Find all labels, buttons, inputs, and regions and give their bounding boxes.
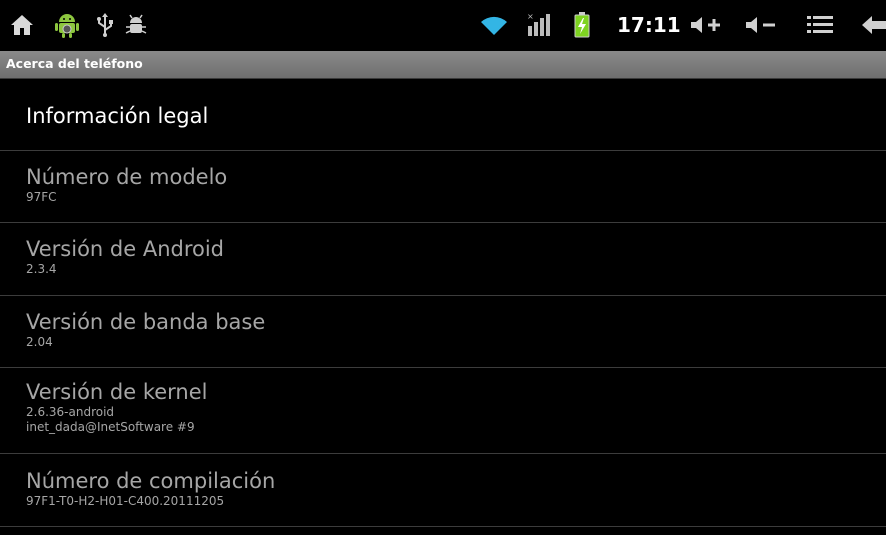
list-item-title: Versión de kernel	[26, 380, 208, 404]
list-item-build-number: Número de compilación 97F1-T0-H2-H01-C40…	[0, 454, 886, 527]
settings-list: Información legal Número de modelo 97FC …	[0, 79, 886, 527]
list-item-title: Versión de Android	[26, 237, 225, 261]
usb-icon	[95, 12, 115, 38]
menu-icon[interactable]	[806, 12, 834, 38]
svg-text:×: ×	[527, 12, 534, 21]
home-icon[interactable]	[9, 12, 35, 38]
list-item-kernel-version: Versión de kernel 2.6.36-android inet_da…	[0, 368, 886, 454]
list-item-title: Número de modelo	[26, 165, 228, 189]
list-item-value: inet_dada@InetSoftware #9	[26, 420, 195, 434]
list-item-value: 97F1-T0-H2-H01-C400.20111205	[26, 494, 225, 508]
wifi-icon	[480, 12, 508, 38]
list-item-model-number: Número de modelo 97FC	[0, 151, 886, 223]
list-item-title: Versión de banda base	[26, 310, 266, 334]
battery-charging-icon	[572, 12, 592, 38]
list-item-value: 97FC	[26, 190, 57, 204]
clock-time: 17:11	[617, 13, 681, 37]
back-icon[interactable]	[860, 12, 886, 38]
list-item-android-version: Versión de Android 2.3.4	[0, 223, 886, 296]
signal-icon: ×	[525, 12, 553, 38]
status-bar: × 17:11	[0, 0, 886, 51]
android-icon	[52, 12, 82, 38]
list-item-legal-info[interactable]: Información legal	[0, 79, 886, 151]
volume-up-icon[interactable]	[690, 12, 724, 38]
list-item-title: Número de compilación	[26, 469, 276, 493]
list-item-value: 2.04	[26, 335, 53, 349]
debug-icon	[124, 12, 148, 38]
volume-down-icon[interactable]	[745, 12, 779, 38]
title-bar: Acerca del teléfono	[0, 51, 886, 79]
list-item-baseband-version: Versión de banda base 2.04	[0, 296, 886, 368]
page-title: Acerca del teléfono	[6, 56, 143, 71]
list-item-value: 2.3.4	[26, 262, 57, 276]
list-item-title: Información legal	[26, 104, 209, 128]
list-item-value: 2.6.36-android	[26, 405, 115, 419]
